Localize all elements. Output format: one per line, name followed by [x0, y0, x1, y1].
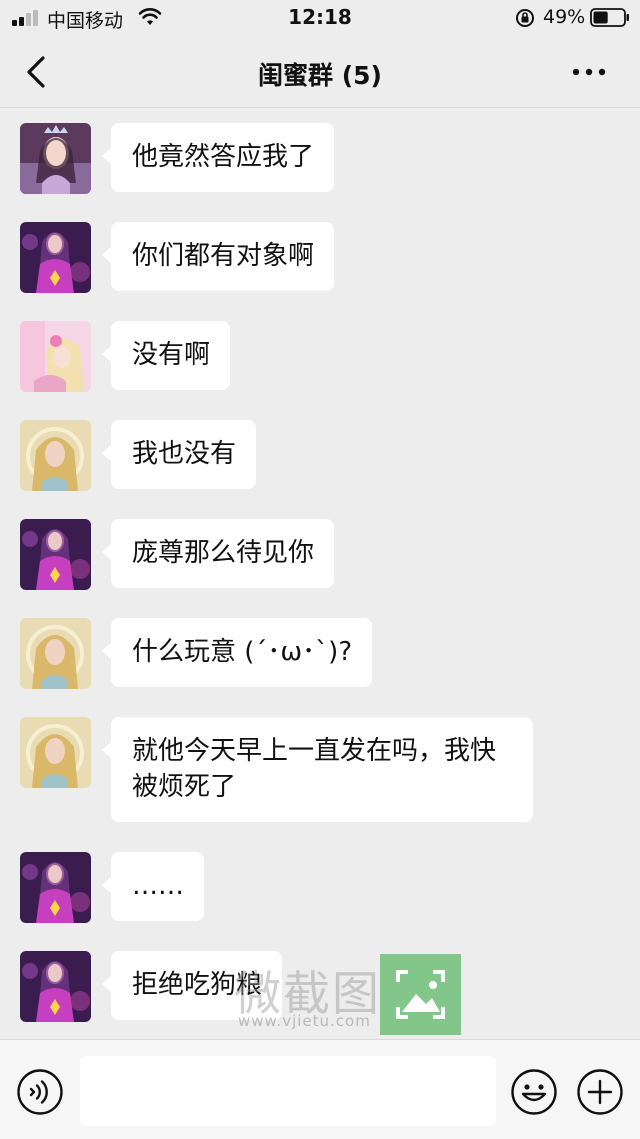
input-bar	[0, 1039, 640, 1139]
message-bubble[interactable]: 庞尊那么待见你	[101, 519, 335, 588]
battery-icon	[590, 8, 629, 27]
more-dots-icon[interactable]	[568, 58, 612, 86]
status-bar: 中国移动 12:18 49%	[0, 0, 640, 36]
battery-percent: 49%	[543, 6, 586, 28]
message-bubble[interactable]: 什么玩意 (´･ω･`)?	[101, 618, 373, 687]
voice-icon[interactable]	[16, 1068, 64, 1116]
message-bubble[interactable]: 你们都有对象啊	[101, 222, 335, 291]
avatar[interactable]	[20, 618, 91, 689]
image-frame-icon	[396, 970, 445, 1019]
avatar[interactable]	[20, 321, 91, 392]
nav-bar: 闺蜜群 (5)	[0, 36, 640, 108]
rotation-lock-icon	[516, 9, 534, 27]
avatar[interactable]	[20, 123, 91, 194]
message-bubble[interactable]: ……	[102, 852, 204, 921]
message-list[interactable]: 他竟然答应我了 你们都有对象啊 没有啊 我也没有 庞尊那么待见你 什么玩意 (´…	[0, 109, 640, 1039]
avatar[interactable]	[20, 951, 91, 1022]
avatar[interactable]	[20, 717, 91, 788]
message-bubble[interactable]: 我也没有	[101, 420, 257, 489]
avatar[interactable]	[20, 519, 91, 590]
message-bubble[interactable]: 他竟然答应我了	[101, 123, 335, 192]
emoji-icon[interactable]	[510, 1068, 558, 1116]
avatar[interactable]	[20, 222, 91, 293]
avatar[interactable]	[20, 852, 91, 923]
chat-title: 闺蜜群 (5)	[258, 61, 382, 90]
message-bubble[interactable]: 就他今天早上一直发在吗，我快被烦死了	[102, 717, 533, 822]
message-bubble[interactable]: 没有啊	[101, 321, 231, 390]
avatar[interactable]	[20, 420, 91, 491]
watermark-logo	[380, 954, 461, 1035]
message-input[interactable]	[80, 1056, 496, 1126]
watermark-url: www.vjietu.com	[238, 1012, 371, 1030]
plus-icon[interactable]	[576, 1068, 624, 1116]
